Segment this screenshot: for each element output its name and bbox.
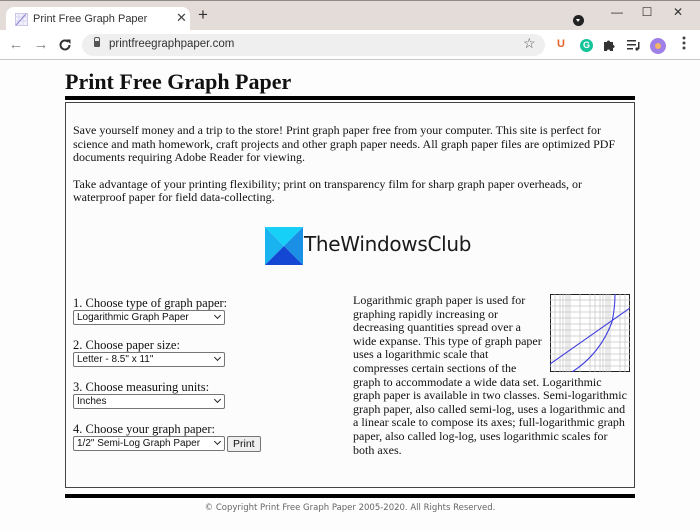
forward-button[interactable]: →	[33, 36, 49, 53]
extension-u-icon[interactable]: U	[557, 38, 565, 50]
minimize-button[interactable]: —	[607, 5, 627, 19]
units-value: Inches	[77, 396, 107, 407]
maximize-button[interactable]: ☐	[637, 5, 657, 19]
watermark-text: TheWindowsClub	[304, 232, 472, 256]
tab-search-icon[interactable]	[573, 15, 584, 26]
graph-paper-label: 4. Choose your graph paper:	[73, 422, 215, 436]
content-box: Save yourself money and a trip to the st…	[65, 102, 635, 488]
page-title: Print Free Graph Paper	[65, 69, 292, 94]
browser-toolbar: ← → printfreegraphpaper.com ☆ U G	[0, 30, 700, 60]
units-group: 3. Choose measuring units: Inches	[73, 381, 333, 409]
close-window-button[interactable]: ✕	[668, 5, 688, 19]
units-label: 3. Choose measuring units:	[73, 380, 210, 394]
graph-paper-favicon-icon	[15, 13, 28, 26]
chevron-down-icon	[213, 395, 222, 404]
paper-size-label: 2. Choose paper size:	[73, 338, 180, 352]
back-button[interactable]: ←	[8, 36, 24, 53]
reload-icon[interactable]	[58, 38, 72, 52]
new-tab-button[interactable]: +	[198, 6, 208, 23]
log-graph-illustration	[550, 294, 630, 372]
thewindowsclub-watermark: TheWindowsClub	[265, 227, 485, 267]
intro-paragraph: Save yourself money and a trip to the st…	[73, 123, 616, 164]
browser-menu-icon[interactable]	[681, 36, 687, 50]
lock-icon[interactable]	[94, 37, 100, 47]
paper-type-label: 1. Choose type of graph paper:	[73, 296, 228, 310]
profile-avatar[interactable]	[650, 38, 666, 54]
bookmark-star-icon[interactable]: ☆	[523, 35, 536, 52]
chevron-down-icon	[213, 353, 222, 362]
extensions-puzzle-icon[interactable]	[603, 38, 616, 51]
description: Logarithmic graph paper is used for grap…	[353, 293, 630, 457]
tab-title: Print Free Graph Paper	[33, 13, 148, 25]
paper-size-select[interactable]: Letter - 8.5" x 11"	[73, 352, 225, 367]
intro-paragraph: Take advantage of your printing flexibil…	[73, 176, 582, 204]
title-divider	[65, 96, 635, 100]
chevron-down-icon	[213, 311, 222, 320]
graph-paper-group: 4. Choose your graph paper: 1/2" Semi-Lo…	[73, 423, 333, 452]
paper-type-value: Logarithmic Graph Paper	[77, 312, 189, 323]
copyright-text: © Copyright Print Free Graph Paper 2005-…	[204, 503, 496, 513]
units-select[interactable]: Inches	[73, 394, 225, 409]
thewindowsclub-logo-icon	[265, 227, 303, 265]
address-bar[interactable]: printfreegraphpaper.com ☆	[82, 34, 545, 56]
media-playlist-icon[interactable]	[627, 39, 641, 51]
intro-text: Save yourself money and a trip to the st…	[73, 123, 628, 205]
paper-type-group: 1. Choose type of graph paper: Logarithm…	[73, 297, 333, 325]
tab-strip: Print Free Graph Paper ✕ + — ☐ ✕	[0, 0, 700, 32]
graph-paper-select[interactable]: 1/2" Semi-Log Graph Paper	[73, 436, 225, 451]
footer-divider	[65, 494, 635, 498]
page-container: Print Free Graph Paper Save yourself mon…	[65, 60, 635, 488]
paper-size-group: 2. Choose paper size: Letter - 8.5" x 11…	[73, 339, 333, 367]
tab-close-icon[interactable]: ✕	[176, 10, 187, 26]
print-button[interactable]: Print	[227, 436, 261, 452]
chevron-down-icon	[213, 437, 222, 446]
graph-paper-form: 1. Choose type of graph paper: Logarithm…	[73, 297, 333, 466]
browser-tab[interactable]: Print Free Graph Paper ✕	[6, 7, 190, 32]
paper-size-value: Letter - 8.5" x 11"	[77, 354, 154, 365]
grammarly-icon[interactable]: G	[580, 39, 593, 52]
paper-type-select[interactable]: Logarithmic Graph Paper	[73, 310, 225, 325]
url-text[interactable]: printfreegraphpaper.com	[109, 38, 234, 50]
graph-paper-value: 1/2" Semi-Log Graph Paper	[77, 438, 201, 449]
